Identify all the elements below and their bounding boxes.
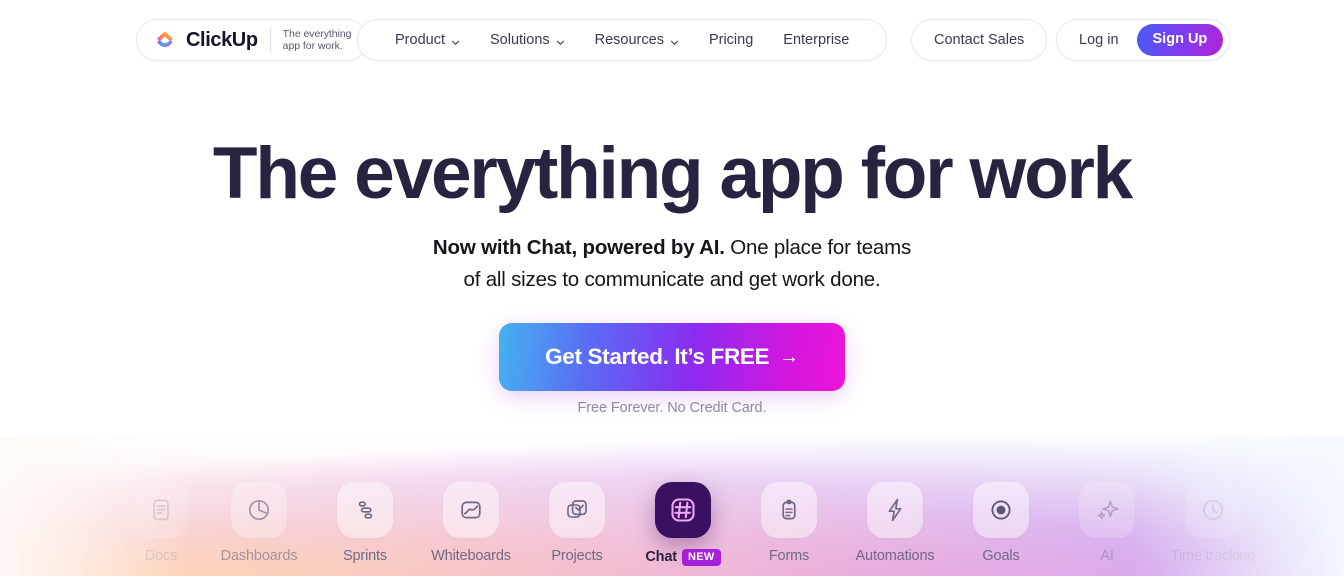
chevron-down-icon (556, 36, 565, 45)
hash-chat-icon (655, 482, 711, 538)
logo-wordmark: ClickUp (186, 29, 258, 51)
carousel-item-label: Projects (551, 548, 603, 564)
sparkles-icon (1079, 482, 1135, 538)
login-button[interactable]: Log in (1057, 33, 1137, 48)
cta-fine-print: Free Forever. No Credit Card. (577, 400, 767, 416)
carousel-item-label: AI (1100, 548, 1114, 564)
carousel-item-label: Automations (855, 548, 935, 564)
chevron-down-icon (451, 36, 460, 45)
nav-item-enterprise[interactable]: Enterprise (768, 33, 864, 48)
nav-item-label: Enterprise (783, 31, 850, 48)
page-title: The everything app for work (212, 133, 1133, 214)
logo-tagline-line1: The everything (282, 27, 352, 40)
carousel-item-label: Chat NEW (645, 548, 721, 566)
chevron-down-icon (670, 36, 679, 45)
contact-sales-label: Contact Sales (934, 32, 1025, 48)
auth-pill: Log in Sign Up (1056, 19, 1231, 61)
hero-subtitle-line2: of all sizes to communicate and get work… (463, 268, 881, 291)
carousel-item-label: Dashboards (220, 548, 298, 564)
carousel-item-label-text: Chat (645, 548, 677, 565)
nav-item-label: Resources (594, 31, 664, 48)
nav-item-label: Pricing (708, 31, 754, 48)
signup-button[interactable]: Sign Up (1136, 24, 1224, 56)
carousel-item-label: Time tracking (1170, 548, 1256, 564)
nav-item-label: Product (395, 31, 445, 48)
pie-chart-icon (231, 482, 287, 538)
logo-tagline-line2: app for work. (282, 40, 343, 52)
nav-item-product[interactable]: Product (380, 33, 475, 48)
nav-item-resources[interactable]: Resources (580, 33, 694, 48)
carousel-item-label: Docs (144, 548, 178, 564)
hero-subtitle-rest: One place for teams (724, 236, 912, 259)
hero-subtitle-bold: Now with Chat, powered by AI. (432, 236, 725, 259)
cta-container: Get Started. It’s FREE → (0, 323, 1344, 391)
carousel-item-label: Sprints (342, 548, 388, 564)
contact-sales-button[interactable]: Contact Sales (911, 19, 1048, 61)
status-badge: NEW (681, 549, 721, 566)
logo-pill[interactable]: ClickUp The everything app for work. (136, 19, 369, 61)
target-icon (973, 482, 1029, 538)
logo-tagline: The everything app for work. (283, 28, 352, 53)
clock-icon (1185, 482, 1241, 538)
nav-item-label: Solutions (489, 31, 550, 48)
main-nav-pill: Product Solutions Resources Pricing Ente… (357, 19, 888, 61)
carousel-item-label: Forms (768, 548, 810, 564)
logo-divider (269, 28, 271, 52)
site-header: ClickUp The everything app for work. Pro… (0, 0, 1344, 80)
cta-label: Get Started. It’s FREE (545, 344, 770, 369)
project-check-icon (549, 482, 605, 538)
arrow-right-icon: → (779, 346, 799, 368)
nav-item-solutions[interactable]: Solutions (475, 33, 580, 48)
clipboard-icon (761, 482, 817, 538)
lightning-icon (867, 482, 923, 538)
carousel-item-label: Goals (982, 548, 1020, 564)
document-icon (133, 482, 189, 538)
whiteboard-icon (443, 482, 499, 538)
clickup-landing-page: ClickUp The everything app for work. Pro… (0, 0, 1344, 576)
sprint-bars-icon (337, 482, 393, 538)
carousel-item-label: Whiteboards (431, 548, 511, 564)
nav-item-pricing[interactable]: Pricing (694, 33, 768, 48)
get-started-button[interactable]: Get Started. It’s FREE → (499, 323, 845, 391)
hero-subtitle: Now with Chat, powered by AI. One place … (0, 232, 1344, 296)
clickup-logo-icon (154, 29, 176, 51)
